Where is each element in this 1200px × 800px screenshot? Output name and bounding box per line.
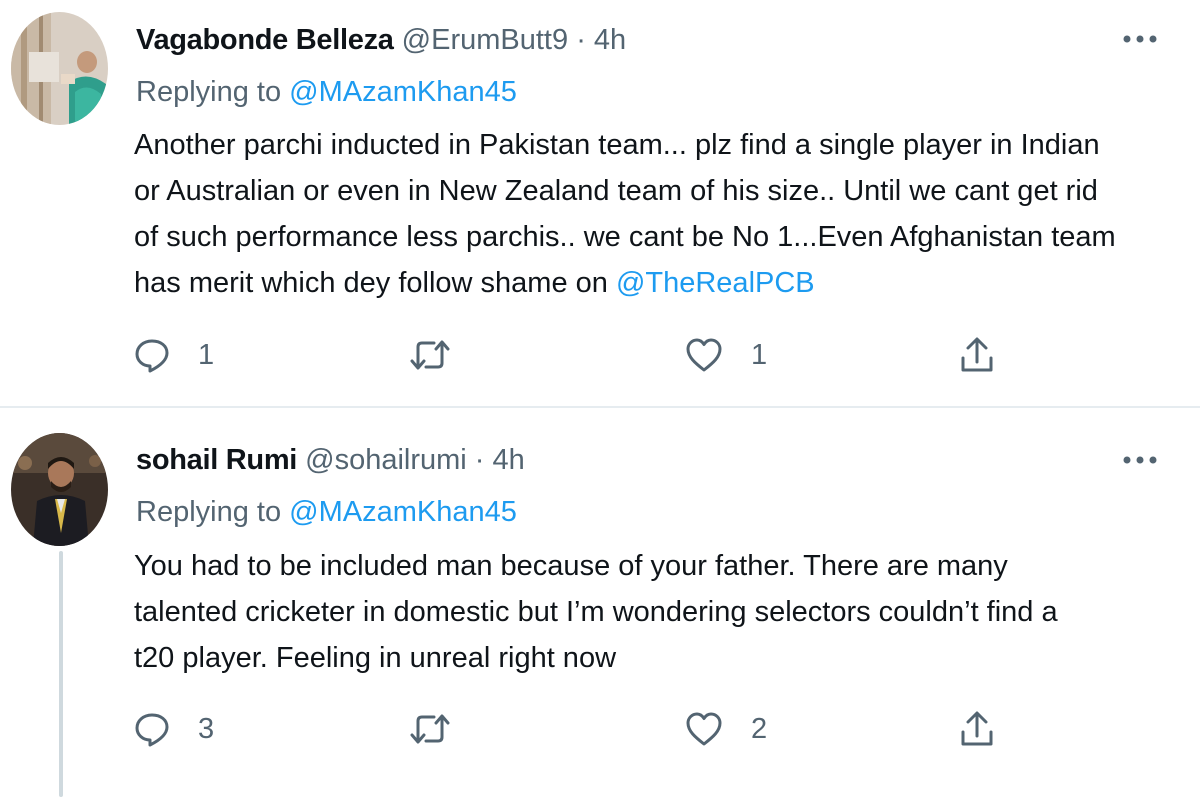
more-options-button[interactable] [1118, 24, 1162, 54]
user-handle[interactable]: @ErumButt9 [402, 24, 568, 56]
replying-to-line: Replying to @MAzamKhan45 [136, 492, 517, 532]
tweet-text: You had to be included man because of yo… [134, 543, 1174, 681]
reply-button[interactable]: 1 [134, 335, 214, 375]
share-button[interactable] [959, 335, 995, 375]
avatar[interactable] [11, 433, 108, 546]
separator-dot: · [474, 444, 485, 476]
tweet-card[interactable]: sohail Rumi @sohailrumi · 4h Replying to… [0, 407, 1200, 800]
retweet-icon [410, 337, 450, 373]
share-upload-icon [959, 710, 995, 748]
thread-connector-line [59, 551, 63, 797]
share-button[interactable] [959, 709, 995, 749]
reply-count: 3 [198, 712, 215, 745]
user-handle[interactable]: @sohailrumi [305, 444, 467, 476]
tweet-text-line: Another parchi inducted in Pakistan team… [134, 129, 1100, 161]
tweet-text-line: t20 player. Feeling in unreal right now [134, 642, 617, 674]
reply-bubble-icon [134, 337, 170, 373]
like-button[interactable]: 1 [685, 335, 767, 375]
tweet-header: Vagabonde Belleza @ErumButt9 · 4h [136, 20, 626, 60]
more-dots-icon [1123, 30, 1157, 48]
replying-to-label: Replying to [136, 76, 282, 108]
like-count: 2 [751, 712, 768, 745]
like-button[interactable]: 2 [685, 709, 767, 749]
tweet-text-line: You had to be included man because of yo… [134, 550, 1008, 582]
display-name[interactable]: Vagabonde Belleza [136, 24, 394, 56]
replying-to-mention[interactable]: @MAzamKhan45 [289, 496, 517, 528]
tweet-header: sohail Rumi @sohailrumi · 4h [136, 440, 525, 480]
tweet-text: Another parchi inducted in Pakistan team… [134, 122, 1174, 306]
share-upload-icon [959, 336, 995, 374]
reply-button[interactable]: 3 [134, 709, 214, 749]
retweet-button[interactable] [410, 335, 478, 375]
tweet-text-line: or Australian or even in New Zealand tea… [134, 175, 1098, 207]
text-mention-link[interactable]: @TheRealPCB [616, 267, 815, 299]
replying-to-label: Replying to [136, 496, 282, 528]
timestamp[interactable]: 4h [493, 444, 525, 476]
tweet-text-line: has merit which dey follow shame on @The… [134, 260, 1174, 306]
reply-bubble-icon [134, 711, 170, 747]
retweet-button[interactable] [410, 709, 478, 749]
timestamp[interactable]: 4h [594, 24, 626, 56]
retweet-icon [410, 711, 450, 747]
tweet-text-line: talented cricketer in domestic but I’m w… [134, 596, 1058, 628]
more-options-button[interactable] [1118, 445, 1162, 475]
avatar[interactable] [11, 12, 108, 125]
tweet-text-segment: has merit which dey follow shame on [134, 267, 616, 299]
replying-to-mention[interactable]: @MAzamKhan45 [289, 76, 517, 108]
reply-count: 1 [198, 338, 215, 371]
heart-icon [685, 337, 723, 373]
display-name[interactable]: sohail Rumi [136, 444, 297, 476]
tweet-text-line: of such performance less parchis.. we ca… [134, 221, 1116, 253]
tweet-card[interactable]: Vagabonde Belleza @ErumButt9 · 4h Replyi… [0, 0, 1200, 407]
separator-dot: · [576, 24, 586, 56]
replying-to-line: Replying to @MAzamKhan45 [136, 72, 517, 112]
more-dots-icon [1123, 451, 1157, 469]
like-count: 1 [751, 338, 768, 371]
heart-icon [685, 711, 723, 747]
